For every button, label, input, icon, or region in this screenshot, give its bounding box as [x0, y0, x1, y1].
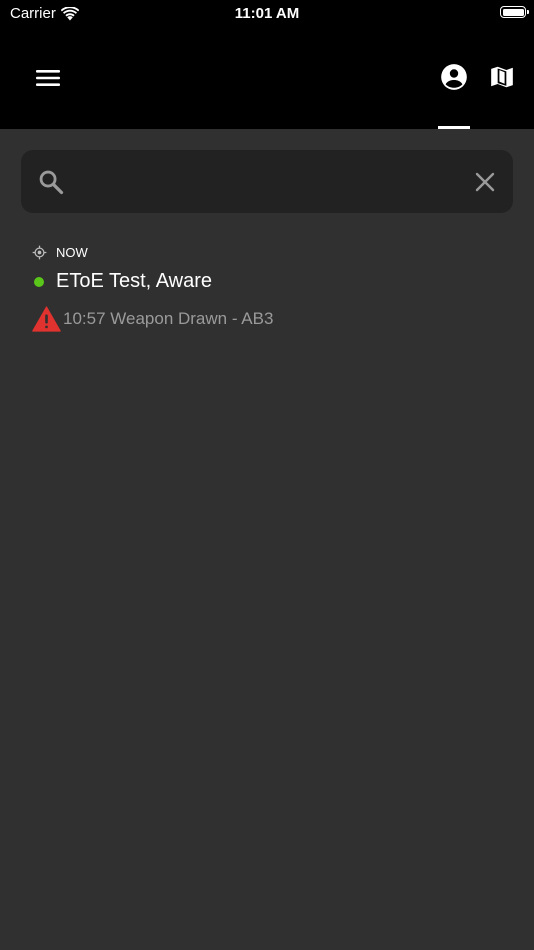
map-icon	[491, 66, 513, 88]
account-circle-icon	[441, 64, 467, 90]
search-icon	[39, 170, 64, 195]
clear-search-button[interactable]	[471, 168, 499, 196]
search-bar	[21, 150, 513, 213]
location-group-header: NOW	[32, 245, 88, 260]
unit-name: EToE Test, Aware	[56, 270, 213, 292]
menu-button[interactable]	[26, 58, 70, 98]
location-label: NOW	[56, 245, 88, 260]
menu-icon	[36, 70, 60, 86]
alert-text: 10:57 Weapon Drawn - AB3	[63, 309, 274, 328]
tab-map[interactable]	[482, 56, 522, 98]
status-bar: Carrier 11:01 AM	[0, 0, 534, 30]
tab-units[interactable]	[434, 56, 474, 98]
top-app-bar	[0, 30, 534, 129]
selected-tab-indicator	[438, 126, 470, 129]
search-input[interactable]	[79, 164, 463, 200]
alert-item[interactable]: 10:57 Weapon Drawn - AB3	[32, 306, 273, 332]
status-dot	[34, 276, 44, 287]
location-target-icon	[32, 245, 47, 260]
clock: 11:01 AM	[234, 5, 300, 22]
close-icon	[475, 172, 495, 192]
unit-list-item[interactable]: EToE Test, Aware	[34, 270, 212, 293]
battery-icon	[500, 6, 529, 18]
warning-icon	[32, 306, 61, 332]
